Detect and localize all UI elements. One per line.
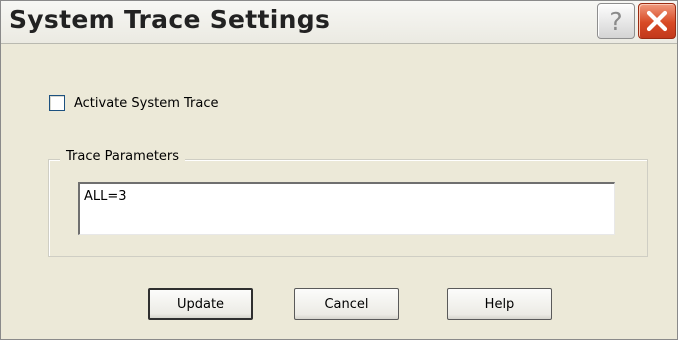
update-button[interactable]: Update	[148, 288, 253, 320]
help-title-button[interactable]: ?	[597, 3, 635, 39]
trace-parameters-group-label: Trace Parameters	[60, 149, 186, 164]
help-button[interactable]: Help	[447, 288, 552, 320]
trace-parameters-input[interactable]: ALL=3	[78, 182, 615, 235]
activate-system-trace-checkbox[interactable]	[49, 95, 65, 111]
activate-trace-row[interactable]: Activate System Trace	[49, 95, 219, 111]
activate-system-trace-label[interactable]: Activate System Trace	[74, 96, 219, 111]
cancel-button[interactable]: Cancel	[294, 288, 399, 320]
question-mark-icon: ?	[609, 7, 622, 35]
close-x-icon	[646, 10, 668, 32]
system-trace-settings-dialog: System Trace Settings ? Activate System …	[0, 0, 678, 340]
close-button[interactable]	[638, 3, 676, 39]
svg-text:?: ?	[609, 7, 622, 35]
dialog-title: System Trace Settings	[9, 5, 331, 34]
title-bar[interactable]: System Trace Settings ?	[1, 1, 677, 44]
dialog-body: Activate System Trace Trace Parameters A…	[1, 44, 677, 339]
